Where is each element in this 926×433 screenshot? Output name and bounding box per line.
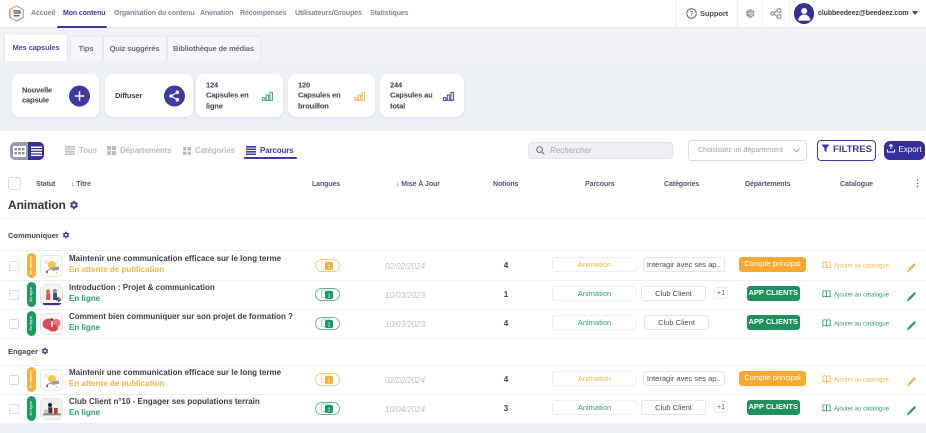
svg-text:1: 1 — [327, 265, 330, 271]
svg-text:1: 1 — [327, 323, 330, 329]
svg-text:1: 1 — [327, 379, 330, 385]
svg-text:1: 1 — [327, 294, 330, 300]
svg-text:1: 1 — [327, 408, 330, 414]
svg-text:?: ? — [690, 11, 694, 18]
